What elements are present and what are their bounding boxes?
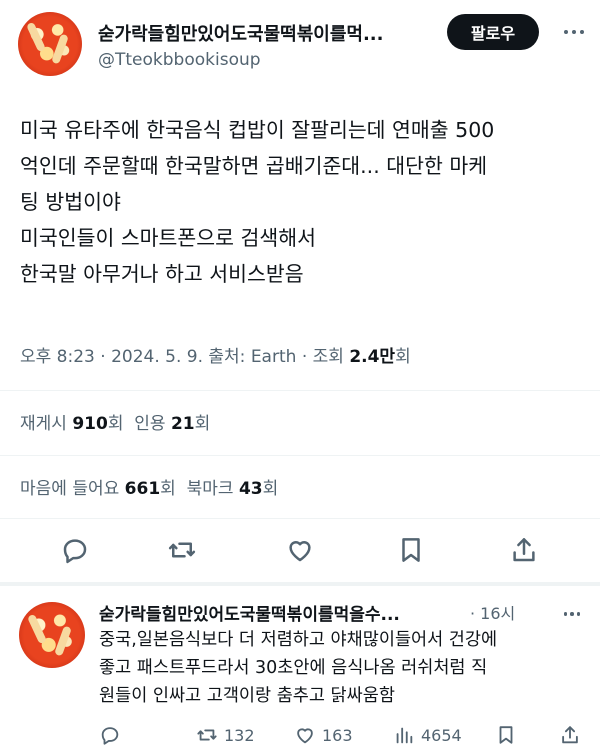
tweet-text: 미국 유타주에 한국음식 컵밥이 잘팔리는데 연매출 500 억인데 주문할때 … — [20, 112, 585, 292]
reply-text: 중국,일본음식보다 더 저렴하고 야채많이들어서 건강에 좋고 패스트푸드라서 … — [99, 626, 589, 710]
author-avatar[interactable] — [18, 12, 82, 76]
reply-share-button[interactable] — [559, 724, 581, 746]
bookmark-icon[interactable] — [393, 532, 429, 568]
meta-separator: · — [100, 347, 106, 367]
tweet-header: 숟가락들힘만있어도국물떡볶이를먹... @Tteokbbookisoup 팔로우 — [0, 0, 600, 90]
reply-author-avatar[interactable] — [19, 602, 85, 668]
repost-icon — [197, 729, 217, 741]
reply-text-line: 좋고 패스트푸드라서 30초안에 음식나옴 러쉬처럼 직 — [99, 658, 488, 678]
like-icon[interactable] — [282, 532, 318, 568]
reposts-suffix: 회 — [107, 414, 124, 434]
views-label: 조회 — [312, 347, 344, 367]
tweet-text-line: 억인데 주문할때 한국말하면 곱배기준대... 대단한 마케 — [20, 154, 488, 178]
more-dots-icon[interactable] — [560, 604, 584, 624]
repost-icon[interactable] — [164, 532, 200, 568]
tweet-time[interactable]: 오후 8:23 — [20, 347, 95, 367]
reply-text-line: 중국,일본음식보다 더 저렴하고 야채많이들어서 건강에 — [99, 630, 498, 650]
tweet-source: 출처: Earth — [208, 347, 297, 367]
more-dots-icon[interactable] — [560, 20, 588, 44]
bookmarks-count[interactable]: 43 — [239, 479, 263, 499]
reply-views-count: 4654 — [421, 725, 462, 745]
follow-button[interactable]: 팔로우 — [447, 14, 539, 50]
share-icon[interactable] — [506, 532, 542, 568]
divider — [0, 455, 600, 456]
reply-action-bar: 132 163 4654 — [0, 724, 600, 749]
likes-label[interactable]: 마음에 들어요 — [20, 479, 119, 499]
reply-reply-button[interactable] — [99, 724, 121, 746]
tweet-text-line: 한국말 아무거나 하고 서비스받음 — [20, 262, 304, 286]
tweet-text-line: 미국 유타주에 한국음식 컵밥이 잘팔리는데 연매출 500 — [20, 118, 495, 142]
views-chart-icon — [396, 727, 413, 744]
views-suffix: 회 — [395, 347, 411, 367]
reply-views-button[interactable]: 4654 — [393, 724, 462, 746]
reply-bookmark-button[interactable] — [495, 724, 517, 746]
reply-tweet[interactable]: 숟가락들힘만있어도국물떡볶이를먹을수... · 16시 중국,일본음식보다 더 … — [0, 590, 600, 749]
tweet-date[interactable]: 2024. 5. 9. — [111, 347, 203, 367]
reply-text-line: 원들이 인싸고 고객이랑 춤추고 닭싸움함 — [99, 686, 395, 706]
reply-like-button[interactable]: 163 — [294, 724, 353, 746]
tweet-meta: 오후 8:23 · 2024. 5. 9. 출처: Earth · 조회 2.4… — [20, 342, 411, 367]
reply-repost-button[interactable]: 132 — [196, 724, 255, 746]
divider — [0, 390, 600, 391]
like-bookmark-stats: 마음에 들어요 661회 북마크 43회 — [20, 474, 278, 499]
quotes-label[interactable]: 인용 — [134, 414, 165, 434]
bookmark-icon — [499, 726, 513, 744]
views-count: 2.4만 — [349, 347, 396, 367]
divider — [0, 518, 600, 519]
reply-icon — [101, 727, 119, 745]
share-icon — [562, 726, 578, 744]
reply-repost-count: 132 — [224, 725, 255, 745]
like-icon — [297, 728, 313, 744]
bookmarks-suffix: 회 — [262, 479, 279, 499]
reply-like-count: 163 — [322, 725, 353, 745]
author-handle[interactable]: @Tteokbbookisoup — [98, 50, 261, 70]
author-display-name[interactable]: 숟가락들힘만있어도국물떡볶이를먹... — [98, 20, 383, 46]
section-divider — [0, 582, 600, 586]
reposts-label[interactable]: 재게시 — [20, 414, 67, 434]
quotes-count[interactable]: 21 — [171, 414, 195, 434]
reply-icon[interactable] — [57, 532, 93, 568]
tweet-text-line: 미국인들이 스마트폰으로 검색해서 — [20, 226, 316, 250]
meta-separator: · — [301, 347, 308, 367]
repost-quote-stats: 재게시 910회 인용 21회 — [20, 409, 210, 434]
reposts-count[interactable]: 910 — [72, 414, 108, 434]
quotes-suffix: 회 — [194, 414, 211, 434]
tweet-text-line: 팅 방법이야 — [20, 190, 121, 214]
likes-suffix: 회 — [160, 479, 176, 499]
tweet-action-bar — [0, 528, 600, 572]
reply-time[interactable]: · 16시 — [470, 600, 515, 624]
reply-author-name[interactable]: 숟가락들힘만있어도국물떡볶이를먹을수... — [99, 600, 400, 625]
likes-count[interactable]: 661 — [125, 479, 161, 499]
bookmarks-label[interactable]: 북마크 — [187, 479, 234, 499]
